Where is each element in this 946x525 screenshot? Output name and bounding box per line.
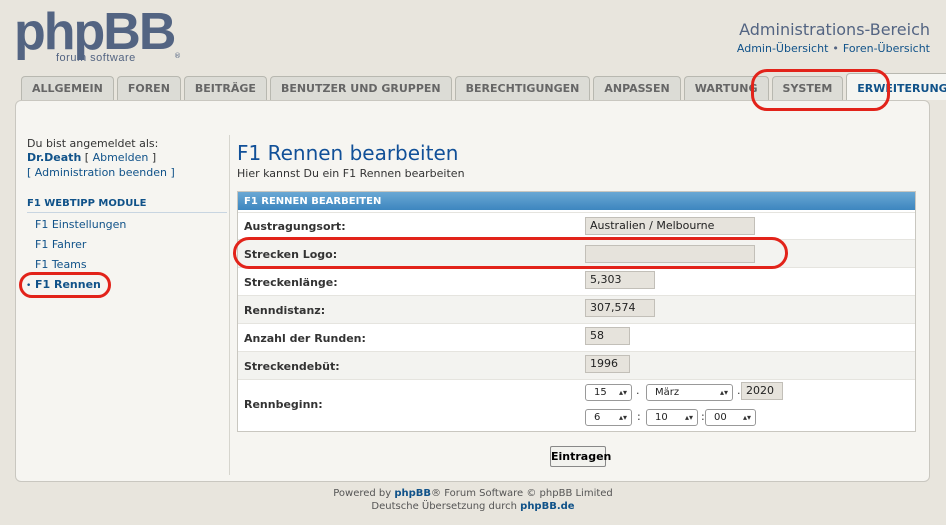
sidebar-item-drivers[interactable]: F1 Fahrer: [35, 238, 86, 251]
page-title: F1 Rennen bearbeiten: [237, 141, 459, 165]
form-row-venue: Austragungsort: Australien / Melbourne: [238, 212, 915, 239]
select-arrows-icon: ▴▾: [684, 413, 693, 422]
highlight-races-item: [19, 272, 111, 298]
footer-translation: Deutsche Übersetzung durch phpBB.de: [0, 501, 946, 512]
month-value: März: [655, 387, 680, 398]
forum-overview-link[interactable]: Foren-Übersicht: [843, 42, 930, 55]
second-value: 00: [714, 412, 727, 423]
tab-users-groups[interactable]: BENUTZER UND GRUPPEN: [269, 76, 452, 100]
tab-forums[interactable]: FOREN: [116, 76, 181, 100]
phpbb-logo[interactable]: phpBB forum software ®: [14, 3, 184, 68]
length-input[interactable]: 5,303: [585, 271, 655, 289]
logout-link[interactable]: Abmelden: [93, 151, 149, 164]
logout-bracket-open: [: [84, 151, 90, 164]
tab-permissions[interactable]: BERECHTIGUNGEN: [454, 76, 591, 100]
select-arrows-icon: ▴▾: [719, 388, 728, 397]
admin-overview-link[interactable]: Admin-Übersicht: [737, 42, 828, 55]
distance-input[interactable]: 307,574: [585, 299, 655, 317]
submit-button[interactable]: Eintragen: [550, 446, 611, 467]
highlight-logo-row: [233, 237, 788, 269]
highlight-extensions-tab: [751, 69, 890, 111]
sidebar-item-teams[interactable]: F1 Teams: [35, 258, 87, 271]
username: Dr.Death: [27, 151, 82, 164]
year-input[interactable]: 2020: [741, 382, 783, 400]
hour-value: 6: [594, 412, 601, 423]
date-separator: .: [737, 384, 741, 397]
month-select[interactable]: März ▴▾: [646, 384, 733, 401]
form-row-debut: Streckendebüt: 1996: [238, 351, 915, 379]
footer-phpbb-de-link[interactable]: phpBB.de: [520, 501, 574, 512]
day-value: 15: [594, 387, 607, 398]
sidebar-item-settings[interactable]: F1 Einstellungen: [35, 218, 126, 231]
debut-input[interactable]: 1996: [585, 355, 630, 373]
laps-label: Anzahl der Runden:: [244, 332, 366, 345]
logged-in-label: Du bist angemeldet als:: [27, 137, 159, 150]
header-links: Admin-Übersicht • Foren-Übersicht: [737, 42, 930, 55]
logout-bracket-close: ]: [151, 151, 157, 164]
second-select[interactable]: 00 ▴▾: [705, 409, 756, 426]
length-label: Streckenlänge:: [244, 276, 338, 289]
link-separator: •: [832, 42, 839, 55]
form-row-length: Streckenlänge: 5,303: [238, 267, 915, 295]
module-heading: F1 WEBTIPP MODULE: [27, 198, 227, 213]
debut-label: Streckendebüt:: [244, 360, 340, 373]
footer-translation-prefix: Deutsche Übersetzung durch: [371, 501, 521, 512]
tab-posts[interactable]: BEITRÄGE: [183, 76, 267, 100]
admin-panel-title: Administrations-Bereich: [739, 20, 930, 39]
select-arrows-icon: ▴▾: [618, 413, 627, 422]
footer-powered-prefix: Powered by: [333, 488, 395, 499]
venue-input[interactable]: Australien / Melbourne: [585, 217, 755, 235]
logo-registered-mark: ®: [174, 52, 181, 60]
minute-value: 10: [655, 412, 668, 423]
footer-credit: Powered by phpBB® Forum Software © phpBB…: [0, 488, 946, 499]
logged-in-user: Dr.Death [ Abmelden ]: [27, 151, 156, 164]
sidebar-divider: [229, 135, 230, 475]
form-row-start: Rennbeginn: 15 ▴▾ . März ▴▾ . 2020 6 ▴▾ …: [238, 379, 915, 431]
distance-label: Renndistanz:: [244, 304, 326, 317]
laps-input[interactable]: 58: [585, 327, 630, 345]
select-arrows-icon: ▴▾: [618, 388, 627, 397]
day-select[interactable]: 15 ▴▾: [585, 384, 632, 401]
footer-phpbb-link[interactable]: phpBB: [394, 488, 431, 499]
footer-powered-suffix: ® Forum Software © phpBB Limited: [431, 488, 613, 499]
form-row-distance: Renndistanz: 307,574: [238, 295, 915, 323]
tab-general[interactable]: ALLGEMEIN: [21, 76, 114, 100]
time-separator: :: [637, 410, 641, 423]
page-description: Hier kannst Du ein F1 Rennen bearbeiten: [237, 167, 465, 180]
hour-select[interactable]: 6 ▴▾: [585, 409, 632, 426]
form-row-laps: Anzahl der Runden: 58: [238, 323, 915, 351]
minute-select[interactable]: 10 ▴▾: [646, 409, 698, 426]
tab-customise[interactable]: ANPASSEN: [593, 76, 681, 100]
end-admin-link[interactable]: [ Administration beenden ]: [27, 166, 175, 179]
venue-label: Austragungsort:: [244, 220, 346, 233]
logo-subtitle: forum software: [56, 52, 136, 64]
race-edit-form: F1 RENNEN BEARBEITEN Austragungsort: Aus…: [237, 191, 916, 432]
select-arrows-icon: ▴▾: [742, 413, 751, 422]
form-heading: F1 RENNEN BEARBEITEN: [238, 192, 915, 210]
date-separator: .: [636, 384, 640, 397]
start-label: Rennbeginn:: [244, 398, 323, 411]
